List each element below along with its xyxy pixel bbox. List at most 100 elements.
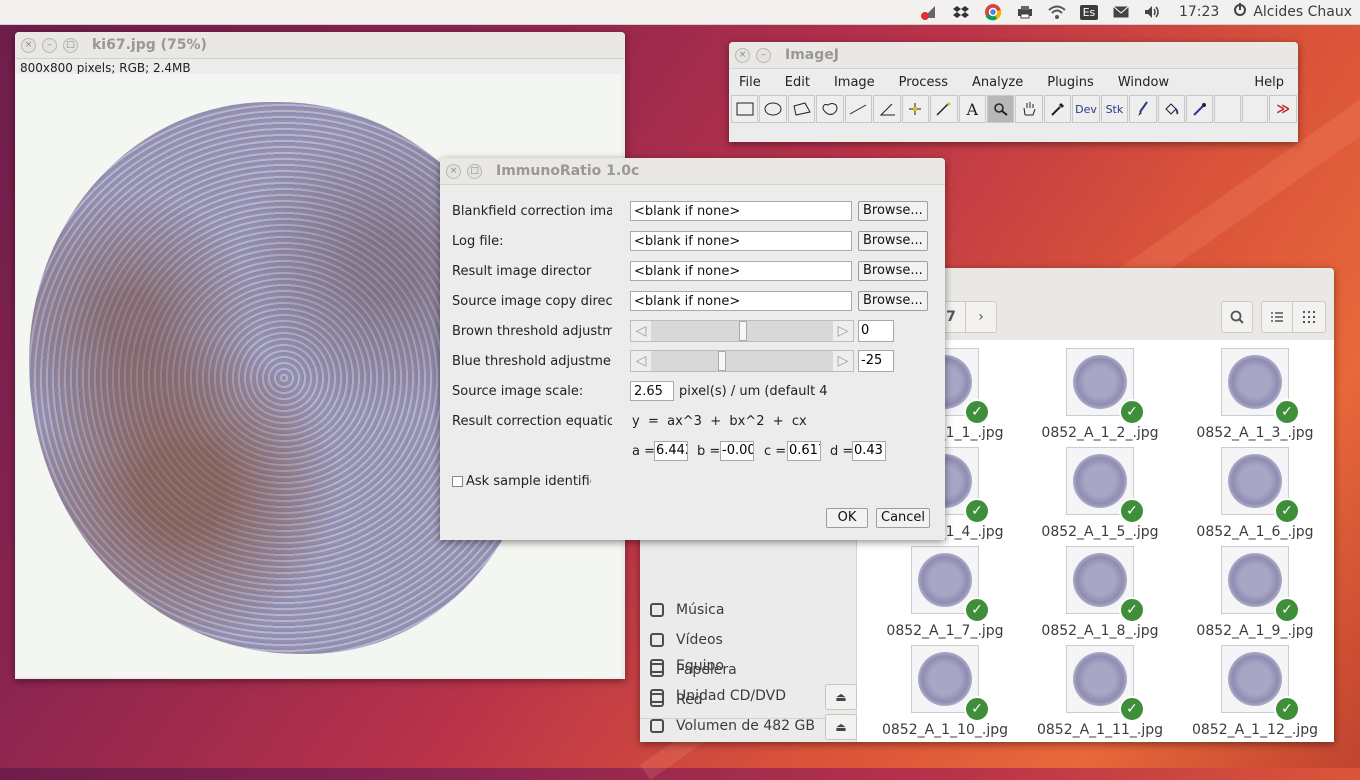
keyboard-icon[interactable]: Es [1073, 0, 1105, 24]
source-copy-dir-browse-button[interactable]: Browse... [858, 291, 928, 311]
eject-cd-icon[interactable]: ⏏ [825, 684, 857, 710]
maximize-icon[interactable]: □ [63, 37, 78, 53]
wifi-icon[interactable] [1041, 0, 1073, 24]
menu-image[interactable]: Image [834, 75, 875, 90]
network-error-icon[interactable] [913, 0, 945, 24]
file-name: 0852_A_1_11_.jpg [1036, 722, 1164, 738]
blankfield-browse-button[interactable]: Browse... [858, 201, 928, 221]
sidebar-item-cd-dvd[interactable]: Unidad CD/DVD [650, 681, 786, 711]
file-item[interactable]: ✓ 0852_A_1_3_.jpg [1180, 340, 1330, 441]
file-item[interactable]: ✓ 0852_A_1_5_.jpg [1025, 439, 1175, 540]
coef-c-input[interactable]: 0.617 [787, 441, 821, 461]
log-file-browse-button[interactable]: Browse... [858, 231, 928, 251]
file-item[interactable]: ✓ 0852_A_1_9_.jpg [1180, 538, 1330, 639]
empty-tool-slot[interactable] [1241, 95, 1269, 123]
file-item[interactable]: ✓ 0852_A_1_2_.jpg [1025, 340, 1175, 441]
sidebar-item-volume[interactable]: Volumen de 482 GB [650, 711, 815, 741]
rectangle-tool-icon[interactable] [731, 95, 759, 123]
more-tools-icon[interactable]: ≫ [1269, 95, 1297, 123]
minimize-icon[interactable]: – [42, 37, 57, 53]
coef-b-input[interactable]: -0.00 [720, 441, 754, 461]
list-view-icon[interactable] [1261, 301, 1293, 333]
slider-right-arrow-icon[interactable]: ▷ [833, 321, 853, 341]
flood-fill-tool-icon[interactable] [1157, 95, 1185, 123]
close-icon[interactable]: × [735, 47, 750, 63]
slider-thumb[interactable] [739, 321, 747, 341]
menu-help[interactable]: Help [1254, 75, 1284, 90]
minimize-icon[interactable]: – [756, 47, 771, 63]
menu-edit[interactable]: Edit [785, 75, 810, 90]
pipette-tool-icon[interactable] [1186, 95, 1214, 123]
text-tool-icon[interactable]: A [958, 95, 986, 123]
wand-tool-icon[interactable] [930, 95, 958, 123]
menu-window[interactable]: Window [1118, 75, 1169, 90]
dropper-tool-icon[interactable] [1043, 95, 1072, 123]
grid-view-icon[interactable] [1292, 301, 1326, 333]
dev-menu-button[interactable]: Dev [1072, 95, 1100, 123]
brush-tool-icon[interactable] [1129, 95, 1157, 123]
sidebar-item-computer[interactable]: Equipo [650, 651, 724, 681]
file-item[interactable]: ✓ 0852_A_1_12_.jpg [1180, 637, 1330, 738]
file-item[interactable]: ✓ 0852_A_1_6_.jpg [1180, 439, 1330, 540]
checkmark-icon: ✓ [1274, 696, 1300, 722]
menu-file[interactable]: File [739, 75, 761, 90]
chrome-icon[interactable] [977, 0, 1009, 24]
freehand-tool-icon[interactable] [816, 95, 844, 123]
source-copy-dir-input[interactable]: <blank if none> [630, 291, 852, 311]
slider-left-arrow-icon[interactable]: ◁ [631, 321, 651, 341]
ask-sample-checkbox[interactable] [452, 475, 463, 487]
coef-a-input[interactable]: 6.442 [654, 441, 688, 461]
ok-button[interactable]: OK [826, 508, 868, 528]
stack-menu-button[interactable]: Stk [1100, 95, 1129, 123]
drive-icon [650, 719, 664, 733]
angle-tool-icon[interactable] [873, 95, 901, 123]
mail-icon[interactable] [1105, 0, 1137, 24]
image-window-titlebar[interactable]: × – □ ki67.jpg (75%) [15, 32, 625, 59]
blue-threshold-slider[interactable]: ◁ ▷ [630, 350, 854, 372]
line-tool-icon[interactable] [844, 95, 873, 123]
slider-thumb[interactable] [717, 351, 726, 371]
hand-tool-icon[interactable] [1015, 95, 1043, 123]
magnifier-tool-icon[interactable] [986, 95, 1015, 123]
close-icon[interactable]: × [21, 37, 36, 53]
eject-volume-icon[interactable]: ⏏ [825, 714, 857, 740]
imagej-titlebar[interactable]: × – ImageJ [729, 42, 1298, 69]
coef-d-input[interactable]: 0.43 [852, 441, 886, 461]
brown-threshold-label: Brown threshold adjustmer [452, 323, 612, 339]
slider-left-arrow-icon[interactable]: ◁ [631, 351, 651, 371]
coef-b-label: b = [697, 444, 721, 459]
file-item[interactable]: ✓ 0852_A_1_8_.jpg [1025, 538, 1175, 639]
polygon-tool-icon[interactable] [787, 95, 816, 123]
clock[interactable]: 17:23 [1169, 4, 1229, 20]
log-file-input[interactable]: <blank if none> [630, 231, 852, 251]
result-dir-browse-button[interactable]: Browse... [858, 261, 928, 281]
dropbox-icon[interactable] [945, 0, 977, 24]
path-forward-icon[interactable]: › [965, 301, 997, 333]
cancel-button[interactable]: Cancel [876, 508, 930, 528]
maximize-icon[interactable]: □ [467, 163, 482, 179]
oval-tool-icon[interactable] [759, 95, 787, 123]
user-menu[interactable]: Alcides Chaux [1229, 3, 1352, 21]
dialog-titlebar[interactable]: × □ ImmunoRatio 1.0c [440, 158, 945, 185]
result-dir-input[interactable]: <blank if none> [630, 261, 852, 281]
row-blankfield: Blankfield correction imag [452, 200, 612, 222]
close-icon[interactable]: × [446, 163, 461, 179]
file-item[interactable]: ✓ 0852_A_1_10_.jpg [870, 637, 1020, 738]
menu-plugins[interactable]: Plugins [1047, 75, 1094, 90]
sidebar-item-music[interactable]: Música [650, 595, 724, 625]
file-item[interactable]: ✓ 0852_A_1_11_.jpg [1025, 637, 1175, 738]
brown-threshold-value[interactable]: 0 [858, 320, 894, 342]
point-tool-icon[interactable] [901, 95, 930, 123]
volume-icon[interactable] [1137, 0, 1169, 24]
slider-right-arrow-icon[interactable]: ▷ [833, 351, 853, 371]
file-item[interactable]: ✓ 0852_A_1_7_.jpg [870, 538, 1020, 639]
brown-threshold-slider[interactable]: ◁ ▷ [630, 320, 854, 342]
menu-analyze[interactable]: Analyze [972, 75, 1023, 90]
blue-threshold-value[interactable]: -25 [858, 350, 894, 372]
scale-input[interactable]: 2.65 [630, 381, 674, 401]
menu-process[interactable]: Process [899, 75, 948, 90]
search-icon[interactable] [1221, 301, 1253, 333]
printer-icon[interactable] [1009, 0, 1041, 24]
empty-tool-slot[interactable] [1214, 95, 1241, 123]
blankfield-input[interactable]: <blank if none> [630, 201, 852, 221]
